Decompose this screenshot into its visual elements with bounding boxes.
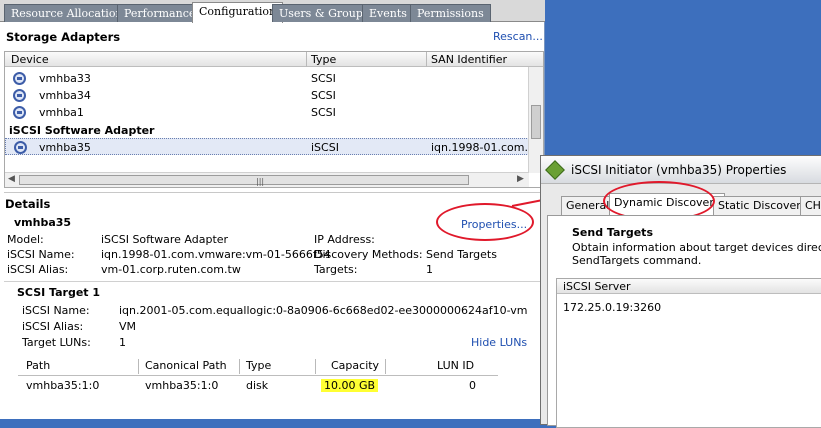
column-header-san-identifier[interactable]: SAN Identifier [431, 53, 507, 66]
device-name: vmhba33 [39, 72, 91, 85]
table-row[interactable]: vmhba34 SCSI [5, 87, 529, 104]
discovery-methods-label: Discovery Methods: [314, 248, 423, 261]
tab-resource-allocation[interactable]: Resource Allocation [4, 4, 130, 22]
type-value: disk [246, 379, 269, 392]
iscsi-server-list: iSCSI Server 172.25.0.19:3260 [556, 278, 821, 428]
annotation-circle [436, 203, 534, 241]
rescan-link[interactable]: Rescan... [493, 30, 543, 43]
lun-id-value: 0 [469, 379, 476, 392]
iscsi-initiator-properties-dialog: iSCSI Initiator (vmhba35) Properties Gen… [540, 155, 821, 428]
device-type: iSCSI [311, 141, 339, 154]
device-type: SCSI [311, 106, 336, 119]
hide-luns-link[interactable]: Hide LUNs [471, 336, 527, 349]
target-iscsi-alias-label: iSCSI Alias: [22, 320, 84, 333]
column-header-lun-id[interactable]: LUN ID [437, 359, 474, 375]
column-header-device[interactable]: Device [11, 53, 49, 66]
grip-icon: ||| [256, 177, 265, 186]
table-header: Device Type SAN Identifier [5, 52, 543, 67]
tab-performance[interactable]: Performance [117, 4, 203, 22]
iscsi-name-value: iqn.1998-01.com.vmware:vm-01-5666f54 [101, 248, 331, 261]
tab-static-discovery[interactable]: Static Discovery [713, 196, 813, 215]
capacity-value: 10.00 GB [321, 379, 379, 392]
storage-adapter-icon [14, 141, 27, 154]
scsi-target-title: SCSI Target 1 [17, 286, 101, 299]
description-text: Obtain information about target devices … [572, 241, 821, 254]
canonical-path-value: vmhba35:1:0 [145, 379, 219, 392]
dialog-title: iSCSI Initiator (vmhba35) Properties [571, 163, 787, 177]
send-targets-title: Send Targets [572, 226, 653, 239]
column-header-path[interactable]: Path [26, 359, 50, 375]
targets-value: 1 [426, 263, 433, 276]
scrollbar-thumb[interactable] [531, 105, 541, 139]
vmware-icon [545, 160, 565, 180]
table-row[interactable]: vmhba33 SCSI [5, 70, 529, 87]
column-header-iscsi-server[interactable]: iSCSI Server [563, 280, 631, 293]
column-header-capacity[interactable]: Capacity [331, 359, 379, 375]
host-configuration-pane: Resource Allocation Performance Configur… [0, 0, 545, 419]
tab-events[interactable]: Events [362, 4, 414, 22]
path-value: vmhba35:1:0 [26, 379, 100, 392]
iscsi-name-label: iSCSI Name: [7, 248, 75, 261]
device-name: vmhba35 [39, 141, 91, 154]
iscsi-alias-value: vm-01.corp.ruten.com.tw [101, 263, 241, 276]
target-iscsi-name-value: iqn.2001-05.com.equallogic:0-8a0906-6c66… [119, 304, 528, 317]
device-type: SCSI [311, 72, 336, 85]
ip-address-label: IP Address: [314, 233, 375, 246]
horizontal-scrollbar[interactable]: ◀ ||| ▶ [5, 172, 529, 187]
tab-configuration[interactable]: Configuration [192, 2, 284, 23]
column-header-type[interactable]: Type [311, 53, 336, 66]
iscsi-server-address: 172.25.0.19:3260 [563, 301, 662, 314]
tab-chap[interactable]: CH [800, 196, 821, 215]
dynamic-discovery-panel: Send Targets Obtain information about ta… [547, 215, 821, 428]
dialog-title-bar[interactable]: iSCSI Initiator (vmhba35) Properties [541, 156, 821, 184]
table-row-selected[interactable]: vmhba35 iSCSI iqn.1998-01.com.vm [5, 138, 543, 155]
column-header-type[interactable]: Type [246, 359, 271, 375]
storage-adapters-title: Storage Adapters [6, 30, 121, 44]
table-row[interactable]: vmhba35:1:0 vmhba35:1:0 disk 10.00 GB 0 [18, 377, 498, 394]
host-tab-bar: Resource Allocation Performance Configur… [0, 0, 545, 23]
description-text: SendTargets command. [572, 254, 702, 267]
target-luns-label: Target LUNs: [22, 336, 91, 349]
tab-permissions[interactable]: Permissions [410, 4, 491, 22]
storage-adapter-icon [13, 72, 26, 85]
table-row[interactable]: vmhba1 SCSI [5, 104, 529, 121]
target-iscsi-alias-value: VM [119, 320, 137, 333]
storage-adapter-icon [13, 89, 26, 102]
device-type: SCSI [311, 89, 336, 102]
lun-paths-table: Path Canonical Path Type Capacity LUN ID… [18, 359, 498, 395]
device-name: vmhba1 [39, 106, 84, 119]
tab-users-groups[interactable]: Users & Groups [272, 4, 376, 22]
storage-adapters-table: Device Type SAN Identifier vmhba33 SCSI … [4, 51, 544, 188]
target-luns-value: 1 [119, 336, 126, 349]
scroll-left-icon[interactable]: ◀ [8, 174, 15, 184]
adapter-group-label: iSCSI Software Adapter [9, 124, 155, 137]
details-title: Details [5, 197, 51, 211]
scroll-right-icon[interactable]: ▶ [517, 174, 524, 184]
storage-adapter-icon [13, 106, 26, 119]
iscsi-alias-label: iSCSI Alias: [7, 263, 69, 276]
targets-label: Targets: [314, 263, 358, 276]
model-value: iSCSI Software Adapter [101, 233, 229, 246]
adapter-name: vmhba35 [14, 216, 72, 229]
list-header: iSCSI Server [557, 279, 821, 294]
device-name: vmhba34 [39, 89, 91, 102]
column-header-canonical-path[interactable]: Canonical Path [145, 359, 227, 375]
model-label: Model: [7, 233, 44, 246]
scrollbar-thumb[interactable]: ||| [19, 175, 469, 186]
target-iscsi-name-label: iSCSI Name: [22, 304, 90, 317]
list-item[interactable]: 172.25.0.19:3260 [557, 299, 821, 316]
discovery-methods-value: Send Targets [426, 248, 497, 261]
